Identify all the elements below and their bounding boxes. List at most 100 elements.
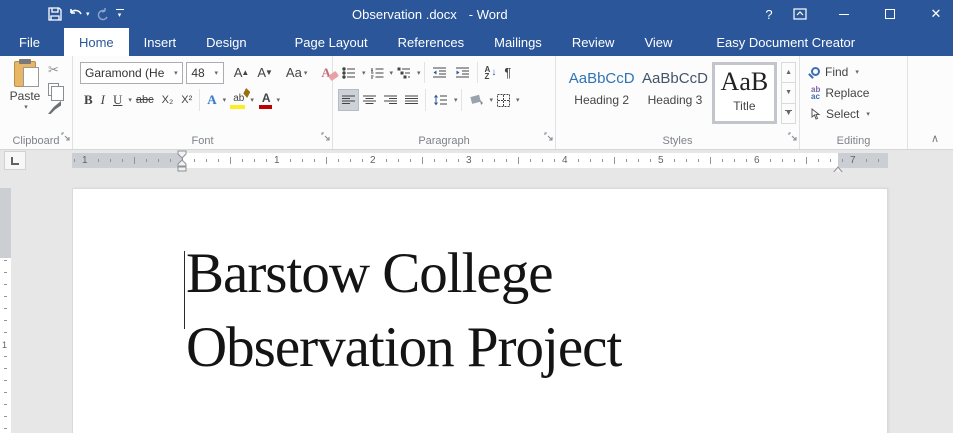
undo-icon <box>68 8 84 21</box>
help-icon: ? <box>765 7 772 22</box>
close-button[interactable]: ✕ <box>919 0 953 28</box>
vertical-ruler[interactable]: 1 <box>0 188 11 433</box>
style-title-selected[interactable]: AaB Title <box>712 62 777 124</box>
font-size-combobox[interactable]: 48 ▾ <box>186 62 223 84</box>
tab-insert[interactable]: Insert <box>129 28 192 56</box>
change-case-icon: Aa <box>286 65 302 80</box>
align-right-button[interactable] <box>380 89 401 111</box>
undo-button[interactable]: ▾ <box>68 8 90 21</box>
horizontal-ruler[interactable]: 1 1 2 3 4 5 6 7 <box>72 153 888 168</box>
strikethrough-button[interactable]: abc <box>132 89 158 111</box>
find-dropdown-arrow[interactable]: ▾ <box>855 68 859 76</box>
numbering-button[interactable] <box>366 62 388 84</box>
collapse-ribbon-button[interactable]: ∧ <box>931 132 939 145</box>
grow-font-button[interactable]: A▲ <box>230 62 254 84</box>
maximize-button[interactable] <box>873 0 907 28</box>
pilcrow-icon: ¶ <box>504 65 511 80</box>
line-spacing-button[interactable] <box>429 89 452 111</box>
justify-icon <box>405 95 418 106</box>
tab-easy-document-creator[interactable]: Easy Document Creator <box>701 28 870 56</box>
align-center-icon <box>363 95 376 106</box>
tab-view[interactable]: View <box>629 28 687 56</box>
style-heading2[interactable]: AaBbCcD Heading 2 <box>565 62 638 124</box>
save-button[interactable] <box>48 7 62 21</box>
shrink-font-button[interactable]: A▼ <box>253 62 277 84</box>
document-page[interactable]: Barstow College Observation Project <box>72 188 888 433</box>
borders-button[interactable] <box>493 89 514 111</box>
align-center-button[interactable] <box>359 89 380 111</box>
sort-button[interactable]: AZ ↓ <box>481 62 501 84</box>
customize-qat-button[interactable]: ▾ <box>116 9 124 19</box>
styles-dialog-launcher[interactable] <box>788 128 797 146</box>
replace-button[interactable]: abac Replace <box>803 82 904 103</box>
styles-scroll-up-button[interactable]: ▲ <box>782 63 795 83</box>
bullets-icon <box>342 67 356 79</box>
style-heading3[interactable]: AaBbCcD Heading 3 <box>638 62 711 124</box>
font-color-button[interactable]: A <box>258 89 275 111</box>
title-line-1[interactable]: Barstow College <box>186 237 621 311</box>
tab-design[interactable]: Design <box>191 28 261 56</box>
tab-review[interactable]: Review <box>557 28 630 56</box>
app-name: - Word <box>469 7 508 22</box>
highlight-dropdown-arrow[interactable]: ▾ <box>250 96 254 104</box>
font-color-dropdown-arrow[interactable]: ▾ <box>277 96 281 104</box>
line-spacing-dropdown-arrow[interactable]: ▾ <box>454 96 458 104</box>
styles-more-button[interactable]: ▼ <box>782 104 795 123</box>
redo-button[interactable] <box>96 8 110 21</box>
minimize-button[interactable] <box>827 0 861 28</box>
format-painter-button[interactable] <box>48 101 61 114</box>
tab-file[interactable]: File <box>2 28 57 56</box>
select-dropdown-arrow[interactable]: ▾ <box>866 110 870 118</box>
document-title: Observation .docx <box>352 7 457 22</box>
help-button[interactable]: ? <box>755 0 783 28</box>
font-dialog-launcher[interactable] <box>321 128 330 146</box>
subscript-button[interactable]: X₂ <box>158 89 178 111</box>
borders-dropdown-arrow[interactable]: ▾ <box>516 96 520 104</box>
multilevel-dropdown-arrow[interactable]: ▾ <box>417 69 421 77</box>
change-case-button[interactable]: Aa▾ <box>282 62 311 84</box>
paste-dropdown-arrow[interactable]: ▾ <box>7 103 45 111</box>
tab-home[interactable]: Home <box>64 28 129 56</box>
italic-button[interactable]: I <box>97 89 109 111</box>
bullets-button[interactable] <box>338 62 360 84</box>
paragraph-dialog-launcher[interactable] <box>544 128 553 146</box>
text-effects-dropdown-arrow[interactable]: ▾ <box>223 96 227 104</box>
increase-indent-button[interactable] <box>451 62 474 84</box>
style-sample: AaBbCcD <box>567 70 637 87</box>
ruler-number: 1 <box>80 154 90 167</box>
show-hide-marks-button[interactable]: ¶ <box>500 62 515 84</box>
find-button[interactable]: Find ▾ <box>803 61 904 82</box>
superscript-button[interactable]: X² <box>177 89 196 111</box>
paste-label: Paste <box>5 89 45 103</box>
document-text[interactable]: Barstow College Observation Project <box>186 237 621 385</box>
copy-button[interactable] <box>48 83 59 96</box>
tab-page-layout[interactable]: Page Layout <box>280 28 383 56</box>
undo-dropdown-arrow[interactable]: ▾ <box>86 11 90 18</box>
bold-button[interactable]: B <box>80 89 97 111</box>
tab-stop-selector[interactable] <box>4 151 26 170</box>
title-line-2[interactable]: Observation Project <box>186 311 621 385</box>
decrease-indent-button[interactable] <box>428 62 451 84</box>
multilevel-list-button[interactable] <box>393 62 415 84</box>
cut-button[interactable]: ✂ <box>48 62 61 78</box>
justify-button[interactable] <box>401 89 422 111</box>
align-left-button[interactable] <box>338 89 359 111</box>
ribbon-display-options-button[interactable] <box>783 0 817 28</box>
font-name-dropdown-arrow[interactable]: ▾ <box>168 69 182 77</box>
shading-button[interactable] <box>465 89 488 111</box>
styles-scroll-down-button[interactable]: ▼ <box>782 83 795 103</box>
paste-button[interactable]: Paste ▾ <box>5 61 45 111</box>
style-sample: AaB <box>715 65 774 99</box>
clipboard-dialog-launcher[interactable] <box>61 128 70 146</box>
tab-references[interactable]: References <box>383 28 479 56</box>
select-button[interactable]: Select ▾ <box>803 103 904 124</box>
tab-mailings[interactable]: Mailings <box>479 28 557 56</box>
text-effects-button[interactable]: A <box>203 89 220 111</box>
align-right-icon <box>384 95 397 106</box>
underline-button[interactable]: U <box>109 89 126 111</box>
borders-icon <box>497 94 510 107</box>
font-size-dropdown-arrow[interactable]: ▾ <box>209 69 223 77</box>
font-name-combobox[interactable]: Garamond (He ▾ <box>80 62 183 84</box>
ruler-row: 1 1 2 3 4 5 6 7 <box>0 150 953 172</box>
text-highlight-button[interactable]: ab <box>229 89 248 111</box>
